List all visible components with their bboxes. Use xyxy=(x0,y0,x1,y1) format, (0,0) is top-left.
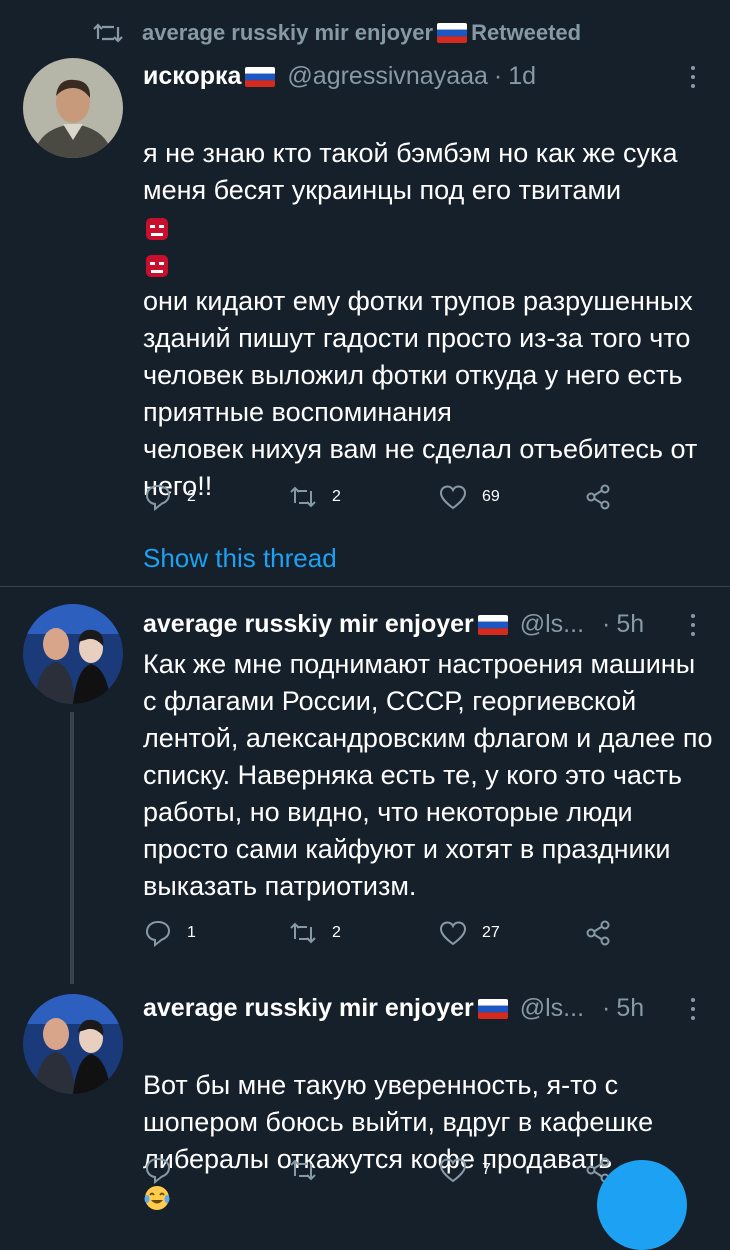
more-vertical-icon[interactable] xyxy=(688,66,698,90)
avatar[interactable] xyxy=(23,604,123,704)
timestamp[interactable]: 1d xyxy=(508,62,536,91)
tweet-text-line: я не знаю кто такой бэмбэм но как же сук… xyxy=(143,138,678,205)
heart-icon xyxy=(439,1158,467,1183)
retweet-icon xyxy=(290,486,316,508)
like-button[interactable]: 7 xyxy=(438,1155,491,1185)
tweet-text-rest: они кидают ему фотки трупов разрушенных … xyxy=(143,286,698,501)
display-name[interactable]: average russkiy mir enjoyer xyxy=(143,610,474,639)
reply-icon xyxy=(145,484,171,512)
tweet-text-content: Вот бы мне такую уверенность, я-то с шоп… xyxy=(143,1070,654,1174)
tweet-text: Как же мне поднимают настроения машины с… xyxy=(143,649,713,901)
avatar[interactable] xyxy=(23,994,123,1094)
retweet-button[interactable]: 2 xyxy=(288,482,341,512)
retweeter-name: average russkiy mir enjoyer xyxy=(142,20,434,45)
more-vertical-icon[interactable] xyxy=(688,998,698,1022)
separator-dot: · xyxy=(602,610,611,638)
retweet-banner[interactable]: average russkiy mir enjoyer Retweeted xyxy=(92,18,581,48)
tweet-header: average russkiy mir enjoyer @ls... · 5h xyxy=(143,610,644,639)
reply-count: 1 xyxy=(187,924,196,941)
retweet-icon xyxy=(93,23,123,43)
heart-icon xyxy=(439,485,467,510)
thread-connector xyxy=(70,712,74,984)
tears-of-joy-emoji-icon xyxy=(144,1185,170,1210)
russian-flag-icon xyxy=(245,66,276,87)
display-name[interactable]: average russkiy mir enjoyer xyxy=(143,994,474,1023)
avatar[interactable] xyxy=(23,58,123,158)
display-name[interactable]: искорка xyxy=(143,62,241,91)
reply-button[interactable]: 1 xyxy=(143,918,196,948)
share-button[interactable] xyxy=(583,918,613,948)
reply-count: 2 xyxy=(187,488,196,505)
show-thread-link[interactable]: Show this thread xyxy=(143,543,337,574)
reply-icon xyxy=(145,920,171,948)
tweet-header: average russkiy mir enjoyer @ls... · 5h xyxy=(143,994,644,1023)
separator-dot: · xyxy=(602,994,611,1022)
retweet-icon xyxy=(290,1159,316,1181)
share-button[interactable] xyxy=(583,482,613,512)
retweet-button[interactable]: 2 xyxy=(288,918,341,948)
heart-icon xyxy=(439,921,467,946)
retweet-icon xyxy=(290,922,316,944)
timestamp[interactable]: 5h xyxy=(616,610,644,639)
retweet-count: 2 xyxy=(332,924,341,941)
divider xyxy=(0,586,730,587)
retweet-count: 2 xyxy=(332,488,341,505)
tweet-text: я не знаю кто такой бэмбэм но как же сук… xyxy=(143,98,713,542)
goblin-emoji-icon xyxy=(146,254,168,277)
like-count: 69 xyxy=(482,488,500,505)
handle[interactable]: @ls... xyxy=(520,610,584,639)
compose-button[interactable] xyxy=(597,1160,687,1250)
like-count: 7 xyxy=(482,1161,491,1178)
russian-flag-icon xyxy=(477,614,508,635)
handle[interactable]: @ls... xyxy=(520,994,584,1023)
tweet-header: искорка @agressivnayaaa · 1d xyxy=(143,62,536,91)
handle[interactable]: @agressivnayaaa xyxy=(287,62,488,91)
share-icon xyxy=(586,484,610,510)
reply-button[interactable]: 2 xyxy=(143,482,196,512)
russian-flag-icon xyxy=(437,23,468,43)
like-button[interactable]: 27 xyxy=(438,918,500,948)
retweet-button[interactable] xyxy=(288,1155,332,1185)
separator-dot: · xyxy=(493,62,503,90)
share-icon xyxy=(586,920,610,946)
more-vertical-icon[interactable] xyxy=(688,614,698,638)
like-button[interactable]: 69 xyxy=(438,482,500,512)
like-count: 27 xyxy=(482,924,500,941)
goblin-emoji-icon xyxy=(146,217,168,240)
retweeted-label: Retweeted xyxy=(471,20,582,45)
reply-button[interactable] xyxy=(143,1155,187,1185)
russian-flag-icon xyxy=(477,998,508,1019)
reply-icon xyxy=(145,1157,171,1185)
timestamp[interactable]: 5h xyxy=(616,994,644,1023)
